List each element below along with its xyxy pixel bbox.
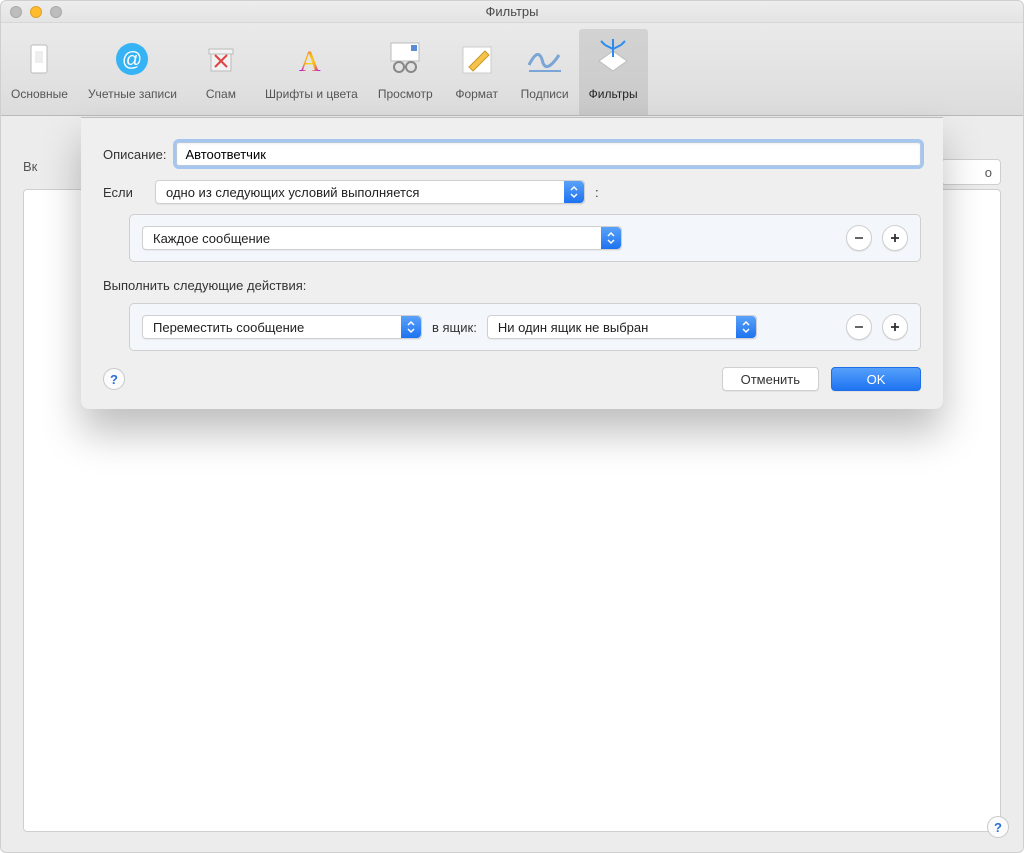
description-input[interactable] <box>176 142 921 166</box>
bg-enabled-column-header: Вк <box>23 159 37 174</box>
svg-text:@: @ <box>122 49 142 71</box>
titlebar: Фильтры <box>1 1 1023 23</box>
conditions-container: Каждое сообщение <box>129 214 921 262</box>
to-mailbox-label: в ящик: <box>432 320 477 335</box>
sheet-button-row: ? Отменить OK <box>103 367 921 391</box>
action-type-popup[interactable]: Переместить сообщение <box>142 315 422 339</box>
action-type-value: Переместить сообщение <box>153 320 304 335</box>
condition-field-value: Каждое сообщение <box>153 231 270 246</box>
preferences-window: Фильтры Основные @ Учетные записи Спам A… <box>0 0 1024 853</box>
svg-text:A: A <box>299 45 321 77</box>
composing-icon <box>453 35 501 83</box>
plus-icon <box>888 231 902 245</box>
toolbar-tab-viewing[interactable]: Просмотр <box>368 29 443 115</box>
bg-button-partial-1: о <box>941 159 1001 185</box>
mailbox-popup[interactable]: Ни один ящик не выбран <box>487 315 757 339</box>
fonts-icon: A <box>287 35 335 83</box>
remove-condition-button[interactable] <box>846 225 872 251</box>
condition-row: Каждое сообщение <box>142 225 908 251</box>
toolbar-tab-composing[interactable]: Формат <box>443 29 511 115</box>
updown-icon <box>564 181 584 203</box>
help-button[interactable]: ? <box>103 368 125 390</box>
actions-container: Переместить сообщение в ящик: Ни один ящ… <box>129 303 921 351</box>
if-condition-mode-popup[interactable]: одно из следующих условий выполняется <box>155 180 585 204</box>
maximize-window-button[interactable] <box>50 6 62 18</box>
toolbar-tab-accounts[interactable]: @ Учетные записи <box>78 29 187 115</box>
minus-icon <box>852 231 866 245</box>
traffic-lights <box>10 6 62 18</box>
toolbar-tab-signatures[interactable]: Подписи <box>511 29 579 115</box>
add-condition-button[interactable] <box>882 225 908 251</box>
updown-icon <box>736 316 756 338</box>
rules-icon <box>589 35 637 83</box>
general-icon <box>15 35 63 83</box>
updown-icon <box>601 227 621 249</box>
minimize-window-button[interactable] <box>30 6 42 18</box>
colon-label: : <box>595 185 599 200</box>
window-help-button[interactable]: ? <box>987 816 1009 838</box>
toolbar-tab-rules[interactable]: Фильтры <box>579 29 648 115</box>
accounts-icon: @ <box>108 35 156 83</box>
mailbox-popup-value: Ни один ящик не выбран <box>498 320 649 335</box>
signature-icon <box>521 35 569 83</box>
plus-icon <box>888 320 902 334</box>
action-row: Переместить сообщение в ящик: Ни один ящ… <box>142 314 908 340</box>
window-title: Фильтры <box>485 4 538 19</box>
description-label: Описание: <box>103 147 166 162</box>
rule-edit-sheet: Описание: Если одно из следующих условий… <box>81 117 943 409</box>
close-window-button[interactable] <box>10 6 22 18</box>
help-icon: ? <box>110 372 118 387</box>
junk-icon <box>197 35 245 83</box>
add-action-button[interactable] <box>882 314 908 340</box>
condition-field-popup[interactable]: Каждое сообщение <box>142 226 622 250</box>
if-condition-mode-value: одно из следующих условий выполняется <box>166 185 419 200</box>
toolbar-tab-fonts[interactable]: A Шрифты и цвета <box>255 29 368 115</box>
minus-icon <box>852 320 866 334</box>
preferences-toolbar: Основные @ Учетные записи Спам A Шрифты … <box>1 23 1023 116</box>
remove-action-button[interactable] <box>846 314 872 340</box>
ok-button[interactable]: OK <box>831 367 921 391</box>
help-icon: ? <box>994 820 1002 835</box>
updown-icon <box>401 316 421 338</box>
if-label: Если <box>103 185 145 200</box>
toolbar-tab-junk[interactable]: Спам <box>187 29 255 115</box>
toolbar-tab-general[interactable]: Основные <box>1 29 78 115</box>
actions-label: Выполнить следующие действия: <box>103 278 921 293</box>
cancel-button[interactable]: Отменить <box>722 367 819 391</box>
viewing-icon <box>381 35 429 83</box>
